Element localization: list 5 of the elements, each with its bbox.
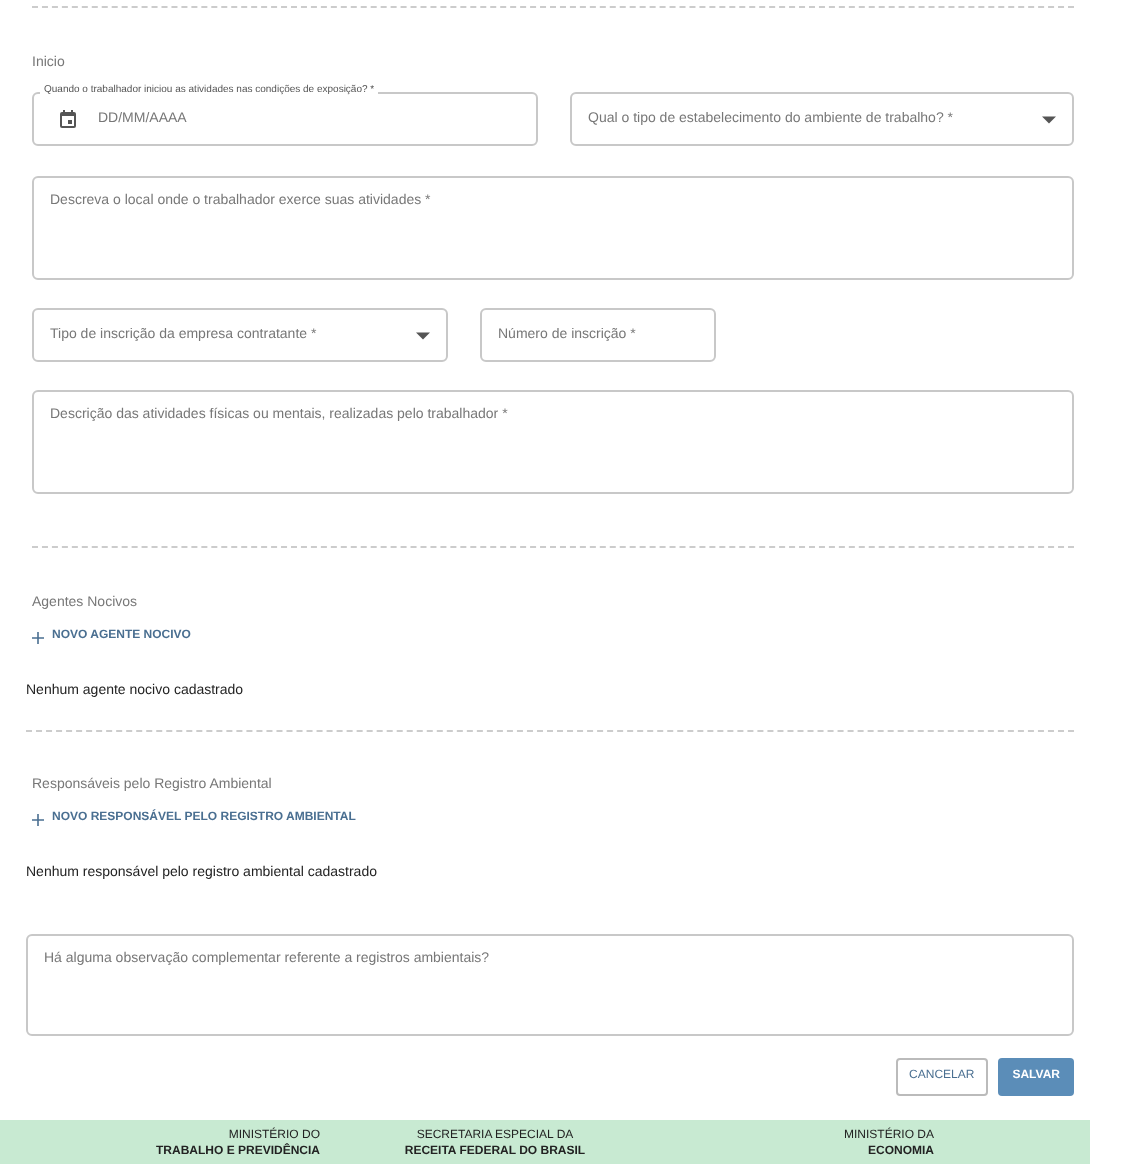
plus-icon [32, 631, 44, 643]
plus-icon [32, 813, 44, 825]
calendar-icon [60, 110, 76, 128]
dropdown-caret-icon [416, 332, 430, 340]
dropdown-caret-icon [1042, 116, 1056, 124]
